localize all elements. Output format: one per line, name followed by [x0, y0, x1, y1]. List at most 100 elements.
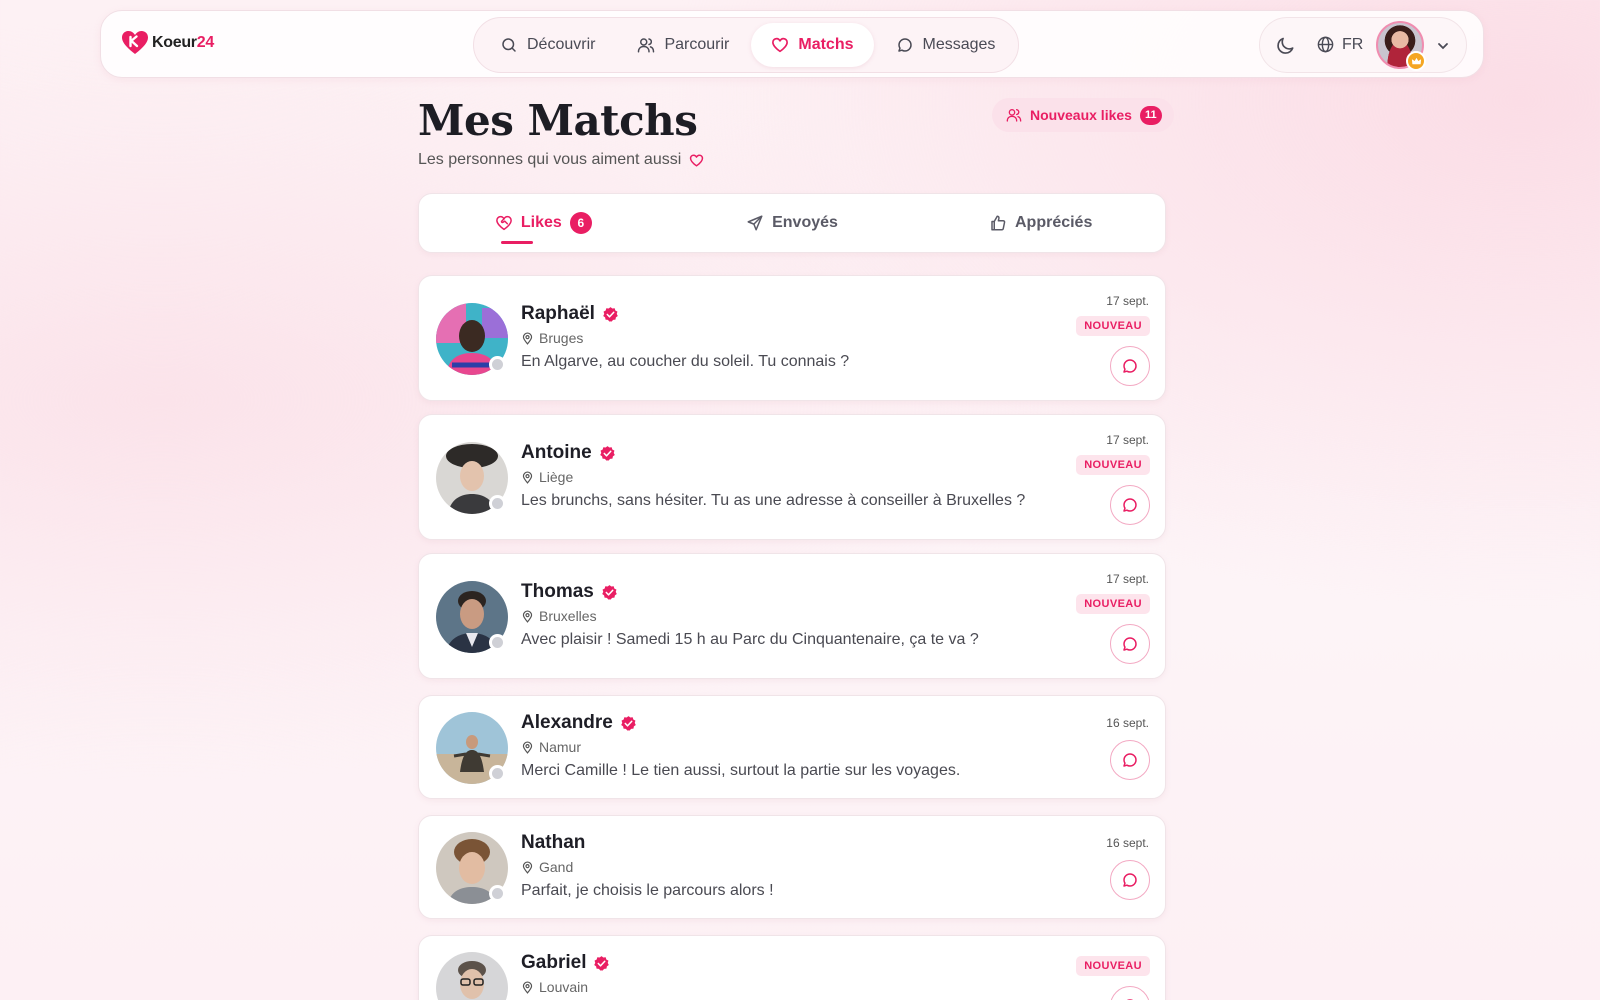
tab-envoyes[interactable]: Envoyés	[668, 194, 917, 252]
match-card[interactable]: Alexandre Namur Merci Camille ! Le tien …	[418, 695, 1166, 799]
map-pin-icon	[522, 980, 533, 994]
verified-badge-icon	[603, 306, 618, 322]
brand-logo[interactable]: Koeur24	[121, 29, 214, 57]
location-text: Namur	[539, 739, 582, 755]
match-name: Antoine	[521, 442, 592, 463]
crown-icon	[1411, 57, 1421, 64]
chat-bubble-icon	[1123, 637, 1137, 651]
page-title: Mes Matchs	[418, 96, 698, 145]
match-location: Bruxelles	[521, 608, 597, 624]
new-badge: NOUVEAU	[1076, 455, 1150, 475]
match-name: Thomas	[521, 581, 594, 602]
name-row: Gabriel	[521, 952, 610, 974]
match-date: 16 sept.	[1106, 836, 1149, 850]
online-status-dot	[489, 356, 506, 373]
open-chat-button[interactable]	[1110, 986, 1150, 1000]
nav-item-decouvrir[interactable]: Découvrir	[480, 23, 615, 67]
name-row: Alexandre	[521, 712, 637, 734]
tab-likes[interactable]: Likes 6	[419, 194, 668, 252]
name-row: Raphaël	[521, 303, 619, 325]
last-message: Parfait, je choisis le parcours alors !	[521, 882, 774, 899]
nav-item-matchs[interactable]: Matchs	[751, 23, 874, 67]
chat-bubble-icon	[1123, 498, 1137, 512]
match-card[interactable]: Raphaël Bruges En Algarve, au coucher du…	[418, 275, 1166, 401]
verified-badge-icon	[621, 715, 636, 731]
name-row: Antoine	[521, 442, 616, 464]
users-icon	[1006, 109, 1022, 122]
avatar[interactable]	[436, 581, 508, 653]
tab-apprecies[interactable]: Appréciés	[916, 194, 1165, 252]
match-location: Liège	[521, 469, 573, 485]
tab-label: Appréciés	[1014, 214, 1093, 231]
heart-icon	[772, 37, 789, 53]
chat-bubble-icon	[897, 38, 912, 52]
user-controls: FR	[1259, 17, 1467, 73]
tab-label: Likes	[520, 214, 562, 231]
open-chat-button[interactable]	[1110, 485, 1150, 525]
location-text: Liège	[539, 469, 574, 485]
last-message: Les brunchs, sans hésiter. Tu as une adr…	[521, 492, 1026, 509]
nav-item-parcourir[interactable]: Parcourir	[617, 23, 749, 67]
users-icon	[638, 38, 655, 53]
moon-icon[interactable]	[1276, 36, 1296, 56]
active-tab-indicator	[501, 241, 534, 244]
name-row: Nathan	[521, 832, 585, 854]
avatar[interactable]	[436, 303, 508, 375]
new-likes-label: Nouveaux likes	[1030, 107, 1132, 123]
new-badge: NOUVEAU	[1076, 594, 1150, 614]
avatar[interactable]	[436, 712, 508, 784]
avatar[interactable]	[436, 442, 508, 514]
language-selector[interactable]: FR	[1316, 35, 1363, 54]
match-name: Gabriel	[521, 952, 587, 973]
avatar[interactable]	[436, 832, 508, 904]
language-label: FR	[1342, 35, 1364, 53]
chevron-down-icon[interactable]	[1436, 39, 1450, 53]
match-name: Nathan	[521, 832, 586, 853]
open-chat-button[interactable]	[1110, 346, 1150, 386]
heart-handshake-icon	[496, 215, 512, 231]
globe-icon	[1317, 36, 1334, 53]
verified-badge-icon	[594, 955, 610, 971]
last-message: Merci Camille ! Le tien aussi, surtout l…	[521, 762, 961, 779]
match-location: Bruges	[521, 330, 583, 346]
nav-item-messages[interactable]: Messages	[876, 23, 1016, 67]
match-card[interactable]: Nathan Gand Parfait, je choisis le parco…	[418, 815, 1166, 919]
location-text: Bruges	[539, 330, 584, 346]
nav-item-label: Messages	[922, 36, 996, 53]
open-chat-button[interactable]	[1110, 740, 1150, 780]
new-likes-button[interactable]: Nouveaux likes 11	[992, 98, 1174, 132]
premium-crown-badge	[1406, 51, 1426, 71]
match-card[interactable]: Thomas Bruxelles Avec plaisir ! Samedi 1…	[418, 553, 1166, 679]
chat-bubble-icon	[1123, 873, 1137, 887]
thumbs-up-icon	[991, 215, 1006, 231]
location-text: Bruxelles	[539, 608, 597, 624]
chat-bubble-icon	[1123, 753, 1137, 767]
open-chat-button[interactable]	[1110, 624, 1150, 664]
online-status-dot	[489, 634, 506, 651]
match-card[interactable]: Antoine Liège Les brunchs, sans hésiter.…	[418, 414, 1166, 540]
open-chat-button[interactable]	[1110, 860, 1150, 900]
search-icon	[502, 38, 516, 52]
location-text: Gand	[539, 859, 574, 875]
online-status-dot	[489, 765, 506, 782]
main-nav: Découvrir Parcourir Matchs Messages	[473, 17, 1019, 73]
nav-item-label: Matchs	[798, 36, 854, 53]
match-date: 16 sept.	[1106, 716, 1149, 730]
matches-tabs: Likes 6 Envoyés Appréciés	[418, 193, 1166, 253]
location-text: Louvain	[539, 979, 589, 995]
likes-count-badge: 6	[569, 212, 592, 234]
verified-badge-icon	[599, 445, 615, 461]
match-location: Gand	[521, 859, 573, 875]
nav-item-label: Découvrir	[527, 36, 596, 53]
map-pin-icon	[522, 331, 533, 345]
match-date: 17 sept.	[1106, 572, 1149, 586]
user-avatar[interactable]	[1376, 21, 1426, 71]
nav-item-label: Parcourir	[664, 36, 730, 53]
match-card[interactable]: Gabriel Louvain NOUVEAU	[418, 935, 1166, 1000]
page-subtitle: Les personnes qui vous aiment aussi	[418, 151, 704, 169]
new-likes-count: 11	[1139, 105, 1162, 125]
map-pin-icon	[522, 740, 533, 754]
avatar[interactable]	[436, 952, 508, 1000]
match-date: 17 sept.	[1106, 433, 1149, 447]
top-navigation-bar: Koeur24 Découvrir Parcourir Matchs Messa…	[100, 10, 1484, 78]
